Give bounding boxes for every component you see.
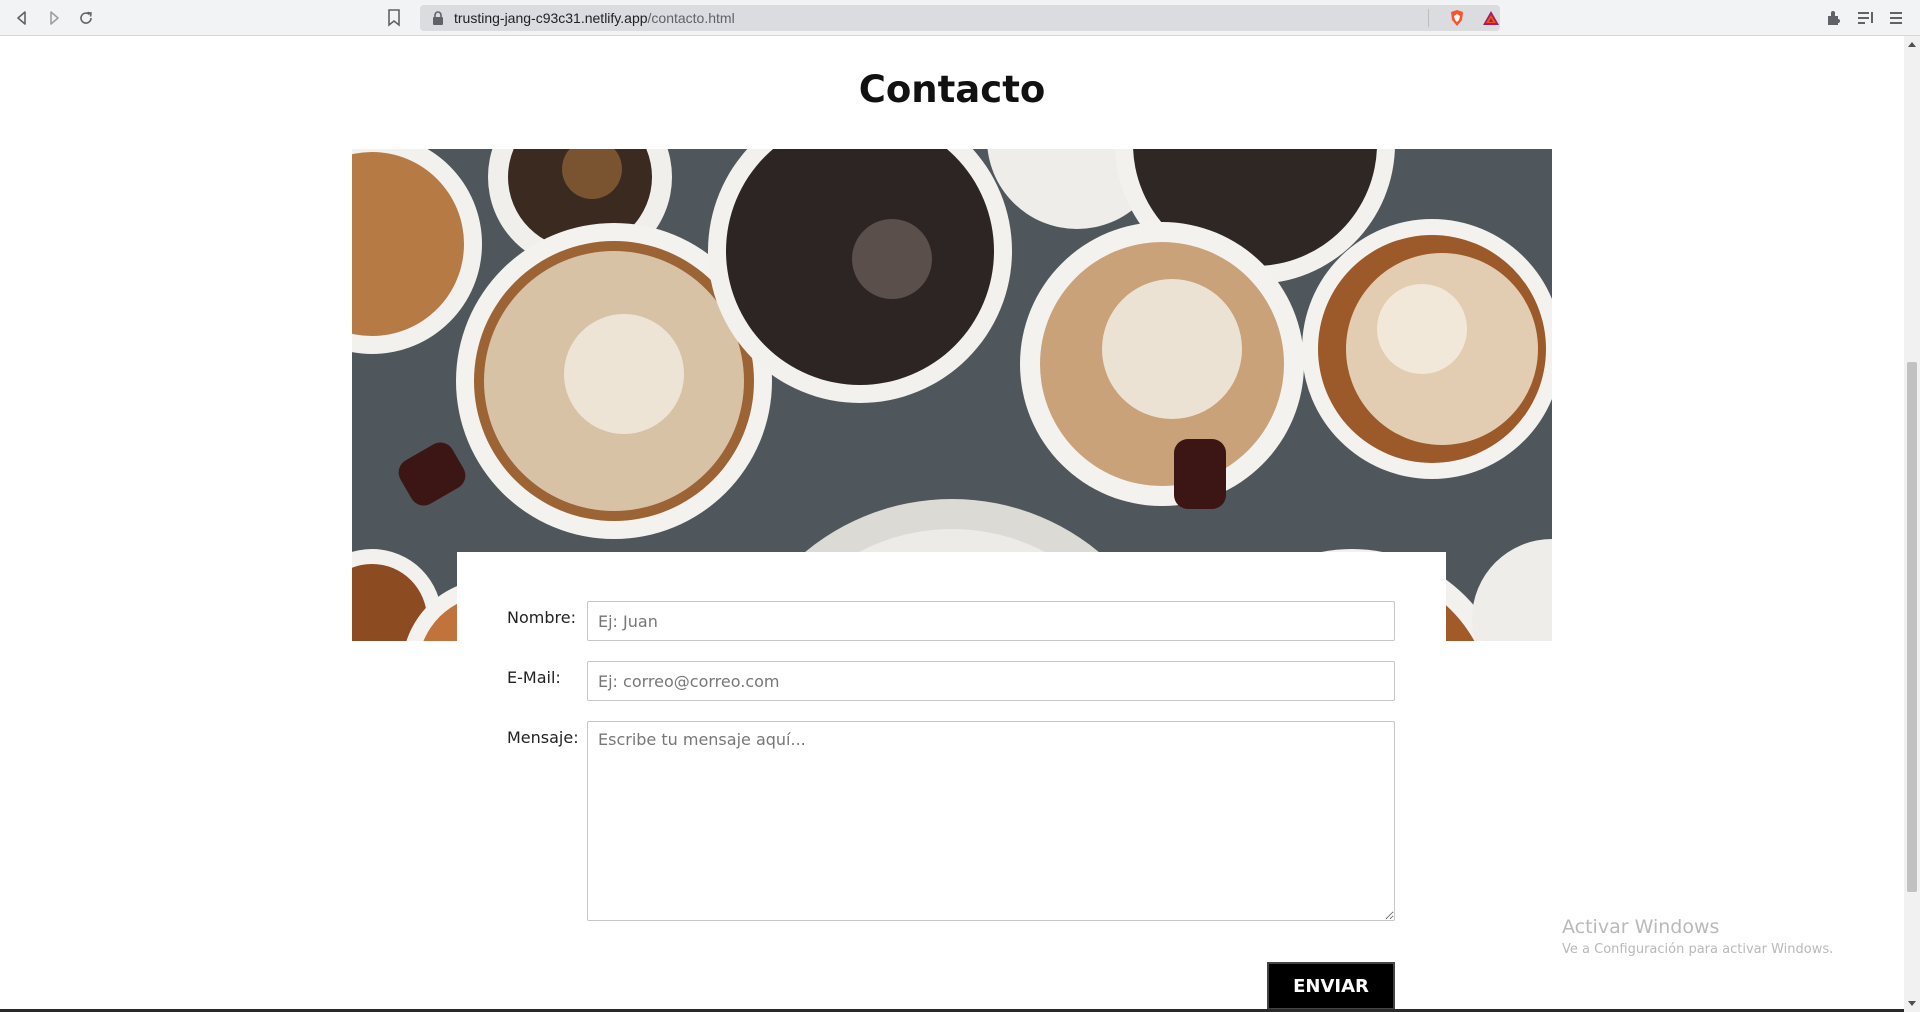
url-host: trusting-jang-c93c31.netlify.app	[454, 10, 648, 26]
message-label: Mensaje:	[507, 728, 579, 747]
scroll-down-icon[interactable]	[1908, 1001, 1916, 1006]
contact-form: Nombre: E-Mail: Mensaje: ENVIAR	[457, 552, 1446, 1012]
scroll-up-icon[interactable]	[1908, 42, 1916, 47]
address-bar[interactable]: trusting-jang-c93c31.netlify.app/contact…	[420, 5, 1500, 31]
scrollbar-thumb[interactable]	[1907, 362, 1917, 892]
extensions-icon[interactable]	[1824, 8, 1844, 28]
omnibox-separator	[1428, 9, 1429, 27]
lock-icon	[433, 11, 443, 25]
brave-rewards-icon[interactable]	[1482, 10, 1500, 26]
email-label: E-Mail:	[507, 668, 561, 687]
browser-toolbar: trusting-jang-c93c31.netlify.app/contact…	[0, 0, 1920, 36]
forward-icon[interactable]	[42, 6, 66, 30]
reload-icon[interactable]	[74, 6, 98, 30]
windows-activation-watermark: Activar Windows Ve a Configuración para …	[1562, 916, 1833, 957]
back-icon[interactable]	[10, 6, 34, 30]
menu-icon[interactable]	[1886, 8, 1906, 28]
reading-list-icon[interactable]	[1856, 8, 1876, 28]
bookmark-icon[interactable]	[387, 9, 401, 27]
watermark-title: Activar Windows	[1562, 916, 1720, 938]
name-label: Nombre:	[507, 608, 576, 627]
brave-shield-icon[interactable]	[1448, 9, 1466, 27]
email-input[interactable]	[587, 661, 1395, 701]
url-text: trusting-jang-c93c31.netlify.app/contact…	[454, 10, 735, 26]
url-path: /contacto.html	[647, 10, 735, 26]
page-title: Contacto	[858, 68, 1046, 111]
submit-button[interactable]: ENVIAR	[1267, 962, 1395, 1010]
message-textarea[interactable]	[587, 721, 1395, 921]
name-input[interactable]	[587, 601, 1395, 641]
watermark-subtitle: Ve a Configuración para activar Windows.	[1562, 942, 1834, 957]
page-scrollbar[interactable]	[1904, 36, 1920, 1012]
